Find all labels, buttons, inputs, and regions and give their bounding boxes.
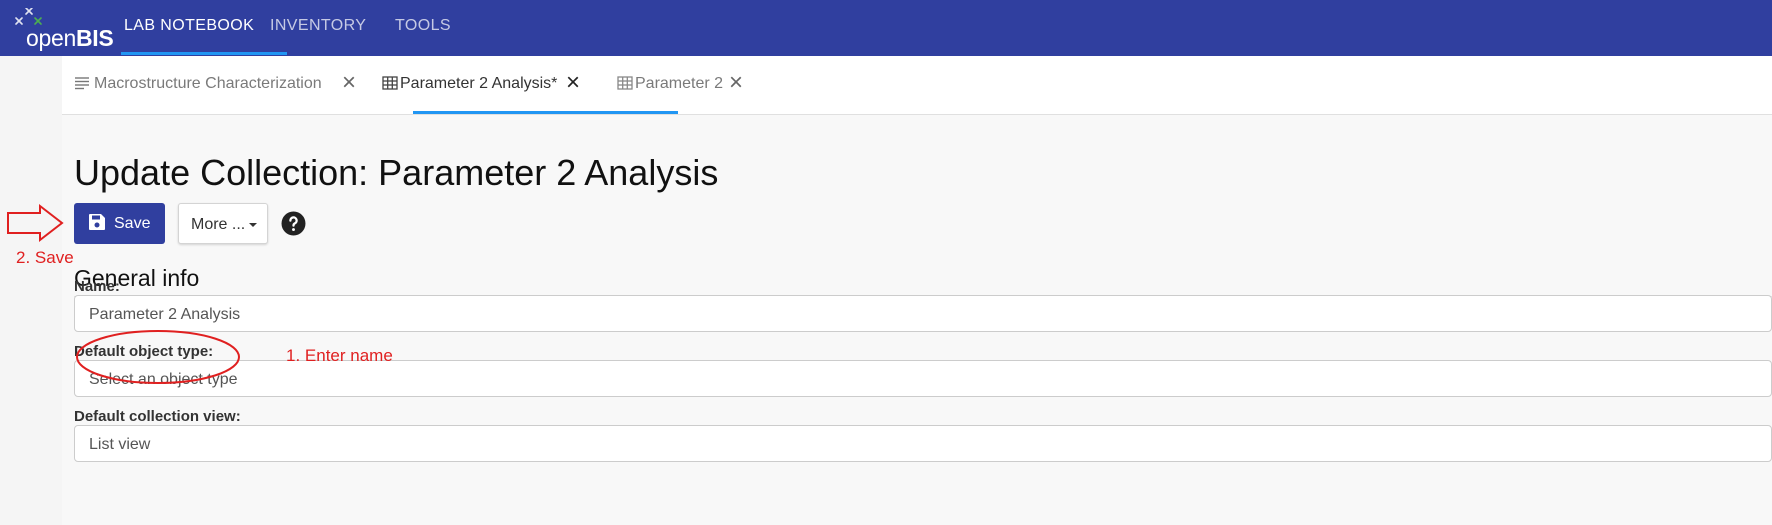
annotation-overlay [7, 203, 240, 384]
red-ellipse-highlight [76, 330, 240, 384]
annotation-step-1: 1. Enter name [286, 346, 393, 365]
annotation-step-2: 2. Save [16, 248, 74, 267]
red-arrow-icon [7, 203, 64, 243]
